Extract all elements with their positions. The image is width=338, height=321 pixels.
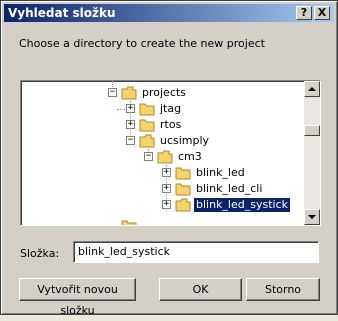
arrow-up-icon — [308, 87, 316, 91]
folder-open-icon — [157, 150, 173, 164]
tree-item-label: cm3 — [178, 150, 202, 163]
help-button[interactable]: ? — [296, 6, 312, 20]
tree-item-label: blink_led_cli — [196, 182, 263, 195]
tree-item-label: ucsimply — [160, 134, 210, 147]
scrollbar-thumb[interactable] — [304, 125, 320, 136]
tree-item-blink-led[interactable]: + blink_led — [21, 165, 305, 181]
scroll-up-button[interactable] — [304, 81, 320, 97]
folder-open-icon — [175, 198, 191, 212]
tree-item-cm3[interactable]: − cm3 — [21, 149, 305, 165]
collapse-icon[interactable]: − — [144, 152, 153, 161]
expand-icon[interactable]: + — [126, 120, 135, 129]
tree-item-ucsimply[interactable]: − ucsimply — [21, 133, 305, 149]
folder-icon — [175, 183, 191, 196]
tree-item-rtos[interactable]: + rtos — [21, 117, 305, 133]
collapse-icon[interactable]: − — [108, 88, 117, 97]
folder-icon — [139, 103, 155, 116]
folder-open-icon — [121, 86, 137, 100]
tree-item-projects[interactable]: − projects — [21, 85, 305, 101]
new-folder-button[interactable]: Vytvořit novou složku — [19, 278, 136, 317]
tree-item-label: projects — [142, 86, 186, 99]
expand-icon[interactable]: + — [162, 184, 171, 193]
folder-open-icon — [139, 134, 155, 148]
tree-scrollbar[interactable] — [304, 81, 320, 225]
tree-item-blink-led-cli[interactable]: + blink_led_cli — [21, 181, 305, 197]
tree-item-jtag[interactable]: + jtag — [21, 101, 305, 117]
folder-field-label: Složka: — [20, 247, 60, 260]
tree-item-blink-led-systick[interactable]: + blink_led_systick — [21, 197, 305, 213]
tree-item-label-selected: blink_led_systick — [192, 197, 292, 213]
folder-icon — [121, 220, 137, 225]
expand-icon[interactable]: + — [162, 168, 171, 177]
arrow-down-icon — [308, 215, 316, 219]
tree-line — [117, 109, 125, 110]
folder-input[interactable]: blink_led_systick — [73, 241, 319, 263]
collapse-icon[interactable]: − — [126, 136, 135, 145]
scroll-down-button[interactable] — [304, 209, 320, 225]
tree-item-label: blink_led — [196, 166, 245, 179]
folder-tree[interactable]: − projects + jtag + rtos − ucsimply − cm… — [20, 80, 321, 226]
close-button[interactable]: X — [314, 6, 330, 20]
tree-item-label: rtos — [160, 118, 182, 131]
ok-button[interactable]: OK — [159, 278, 242, 301]
folder-icon — [175, 167, 191, 180]
tree-item-label: jtag — [160, 102, 182, 115]
expand-icon[interactable]: + — [126, 104, 135, 113]
dialog-title: Vyhledat složku — [8, 6, 116, 20]
folder-browser-dialog: Vyhledat složku ? X Choose a directory t… — [0, 0, 338, 317]
cancel-button[interactable]: Storno — [246, 278, 320, 301]
folder-icon — [139, 119, 155, 132]
expand-icon[interactable]: + — [162, 200, 171, 209]
title-bar[interactable]: Vyhledat složku ? X — [4, 4, 334, 22]
prompt-text: Choose a directory to create the new pro… — [19, 37, 265, 50]
